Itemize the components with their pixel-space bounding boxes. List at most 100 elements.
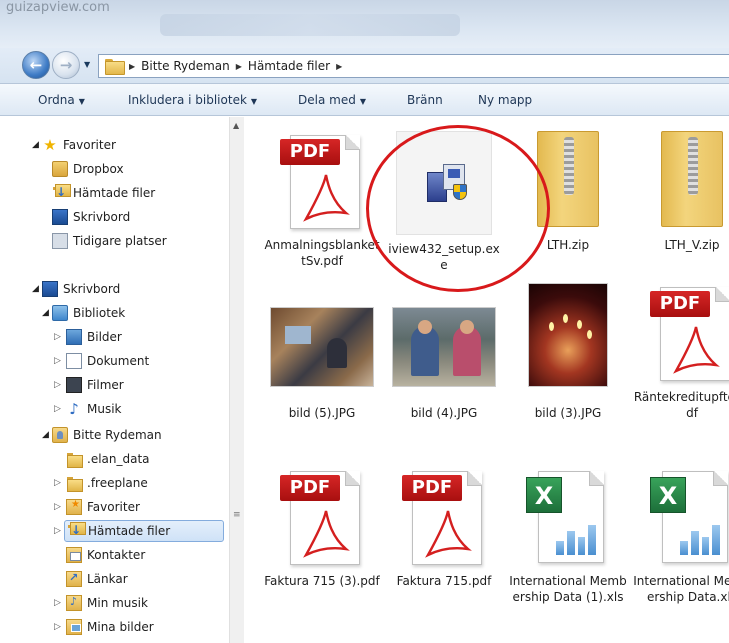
collapse-arrow-icon[interactable]: ▷	[54, 478, 61, 488]
file-item[interactable]: bild (3).JPG	[509, 283, 627, 421]
collapse-arrow-icon[interactable]: ▷	[54, 404, 61, 414]
file-item[interactable]: LTH_V.zip	[633, 131, 729, 253]
documents-icon	[66, 353, 82, 369]
organize-menu-button[interactable]: Ordna ▼	[38, 93, 85, 107]
pdf-file-icon: PDF	[402, 467, 486, 567]
chevron-right-icon[interactable]: ▶	[336, 62, 342, 71]
contacts-icon	[66, 547, 82, 563]
uac-shield-icon	[453, 184, 467, 200]
nav-my-music[interactable]: Min musik	[66, 592, 148, 614]
burn-button[interactable]: Bränn	[407, 93, 443, 107]
file-item[interactable]: LTH.zip	[509, 131, 627, 253]
recent-pages-dropdown-icon[interactable]: ▼	[84, 60, 90, 69]
nav-recent-places[interactable]: Tidigare platser	[52, 230, 167, 252]
forward-button[interactable]: →	[52, 51, 80, 79]
excel-file-icon: X	[526, 467, 610, 567]
pdf-file-icon: PDF	[650, 283, 729, 383]
file-item[interactable]: PDF Faktura 715 (3).pdf	[263, 467, 381, 589]
file-item[interactable]: bild (4).JPG	[385, 307, 503, 421]
file-item[interactable]: iview432_setup.exe	[385, 131, 503, 273]
installer-exe-icon	[396, 131, 492, 235]
share-with-button[interactable]: Dela med ▼	[298, 93, 366, 107]
desktop-icon	[52, 209, 68, 225]
nav-desktop[interactable]: Skrivbord	[42, 278, 120, 300]
user-folder-icon	[52, 427, 68, 443]
include-in-library-button[interactable]: Inkludera i bibliotek ▼	[128, 93, 257, 107]
address-row: ← → ▼ ▶ Bitte Rydeman ▶ Hämtade filer ▶	[0, 48, 729, 84]
collapse-arrow-icon[interactable]: ▷	[54, 332, 61, 342]
window-title-strip: guizapview.com	[0, 0, 729, 48]
desktop-icon	[42, 281, 58, 297]
collapse-arrow-icon[interactable]: ▷	[54, 356, 61, 366]
pdf-file-icon: PDF	[280, 131, 364, 231]
nav-favorites[interactable]: ★ Favoriter	[42, 134, 116, 156]
command-bar: Ordna ▼ Inkludera i bibliotek ▼ Dela med ▼ …	[0, 84, 729, 116]
chevron-down-icon: ▼	[250, 97, 258, 106]
collapse-arrow-icon[interactable]: ▷	[54, 380, 61, 390]
excel-file-icon: X	[650, 467, 729, 567]
back-button[interactable]: ←	[22, 51, 50, 79]
nav-user-favorites[interactable]: Favoriter	[66, 496, 140, 518]
downloads-folder-icon	[52, 184, 71, 201]
downloads-folder-icon	[67, 522, 86, 539]
new-folder-button[interactable]: Ny mapp	[478, 93, 532, 107]
nav-dropbox[interactable]: Dropbox	[52, 158, 124, 180]
expand-arrow-icon[interactable]: ◢	[32, 284, 39, 294]
breadcrumb-user[interactable]: Bitte Rydeman	[141, 59, 230, 73]
nav-documents[interactable]: Dokument	[66, 350, 149, 372]
file-item[interactable]: bild (5).JPG	[263, 307, 381, 421]
dropbox-folder-icon	[52, 161, 68, 177]
navigation-pane: ◢ ★ Favoriter Dropbox Hämtade filer Skri…	[0, 117, 244, 643]
file-item[interactable]: X International Membership Data.xls	[633, 467, 729, 605]
collapse-arrow-icon[interactable]: ▷	[54, 526, 61, 536]
nav-freeplane[interactable]: .freeplane	[66, 472, 148, 494]
blurred-title-area	[160, 14, 460, 36]
nav-desktop-favorite[interactable]: Skrivbord	[52, 206, 130, 228]
libraries-icon	[52, 305, 68, 321]
nav-music[interactable]: ♪ Musik	[66, 398, 121, 420]
nav-videos[interactable]: Filmer	[66, 374, 124, 396]
links-icon	[66, 571, 82, 587]
file-list: PDF AnmalningsblankettSv.pdf iview432_se…	[245, 117, 729, 643]
recent-places-icon	[52, 233, 68, 249]
nav-user-folder[interactable]: Bitte Rydeman	[52, 424, 162, 446]
pictures-icon	[66, 329, 82, 345]
nav-my-pictures[interactable]: Mina bilder	[66, 616, 154, 638]
collapse-arrow-icon[interactable]: ▷	[54, 598, 61, 608]
collapse-arrow-icon[interactable]: ▷	[54, 502, 61, 512]
nav-downloads-favorite[interactable]: Hämtade filer	[52, 182, 155, 204]
scrollbar-grip-icon[interactable]: ≡	[233, 510, 241, 520]
nav-user-downloads[interactable]: Hämtade filer	[64, 520, 224, 542]
nav-contacts[interactable]: Kontakter	[66, 544, 145, 566]
breadcrumb-downloads[interactable]: Hämtade filer	[248, 59, 330, 73]
folder-icon	[66, 475, 83, 492]
file-item[interactable]: PDF AnmalningsblankettSv.pdf	[263, 131, 381, 269]
chevron-right-icon[interactable]: ▶	[236, 62, 242, 71]
music-note-icon: ♪	[69, 400, 79, 418]
file-item[interactable]: PDF Faktura 715.pdf	[385, 467, 503, 589]
chevron-down-icon: ▼	[78, 97, 85, 106]
nav-pictures[interactable]: Bilder	[66, 326, 122, 348]
chevron-right-icon[interactable]: ▶	[129, 62, 135, 71]
zip-folder-icon	[657, 131, 727, 231]
my-music-icon	[66, 595, 82, 611]
expand-arrow-icon[interactable]: ◢	[42, 308, 49, 318]
address-bar[interactable]: ▶ Bitte Rydeman ▶ Hämtade filer ▶	[98, 54, 729, 78]
zip-folder-icon	[533, 131, 603, 231]
photo-thumbnail	[392, 307, 496, 387]
pdf-file-icon: PDF	[280, 467, 364, 567]
folder-icon	[105, 59, 125, 75]
nav-links[interactable]: Länkar	[66, 568, 128, 590]
nav-libraries[interactable]: Bibliotek	[52, 302, 125, 324]
file-item[interactable]: X International Membership Data (1).xls	[509, 467, 627, 605]
collapse-arrow-icon[interactable]: ▷	[54, 622, 61, 632]
nav-elan-data[interactable]: .elan_data	[66, 448, 150, 470]
scroll-up-arrow-icon[interactable]: ▲	[233, 121, 239, 130]
expand-arrow-icon[interactable]: ◢	[32, 140, 39, 150]
expand-arrow-icon[interactable]: ◢	[42, 430, 49, 440]
nav-scrollbar[interactable]: ▲ ≡	[229, 117, 244, 643]
browser-ghost-text: guizapview.com	[6, 0, 110, 15]
photo-thumbnail	[528, 283, 608, 387]
file-item[interactable]: PDF Räntekreditupfter.pdf	[633, 283, 729, 421]
star-icon: ★	[43, 136, 57, 154]
